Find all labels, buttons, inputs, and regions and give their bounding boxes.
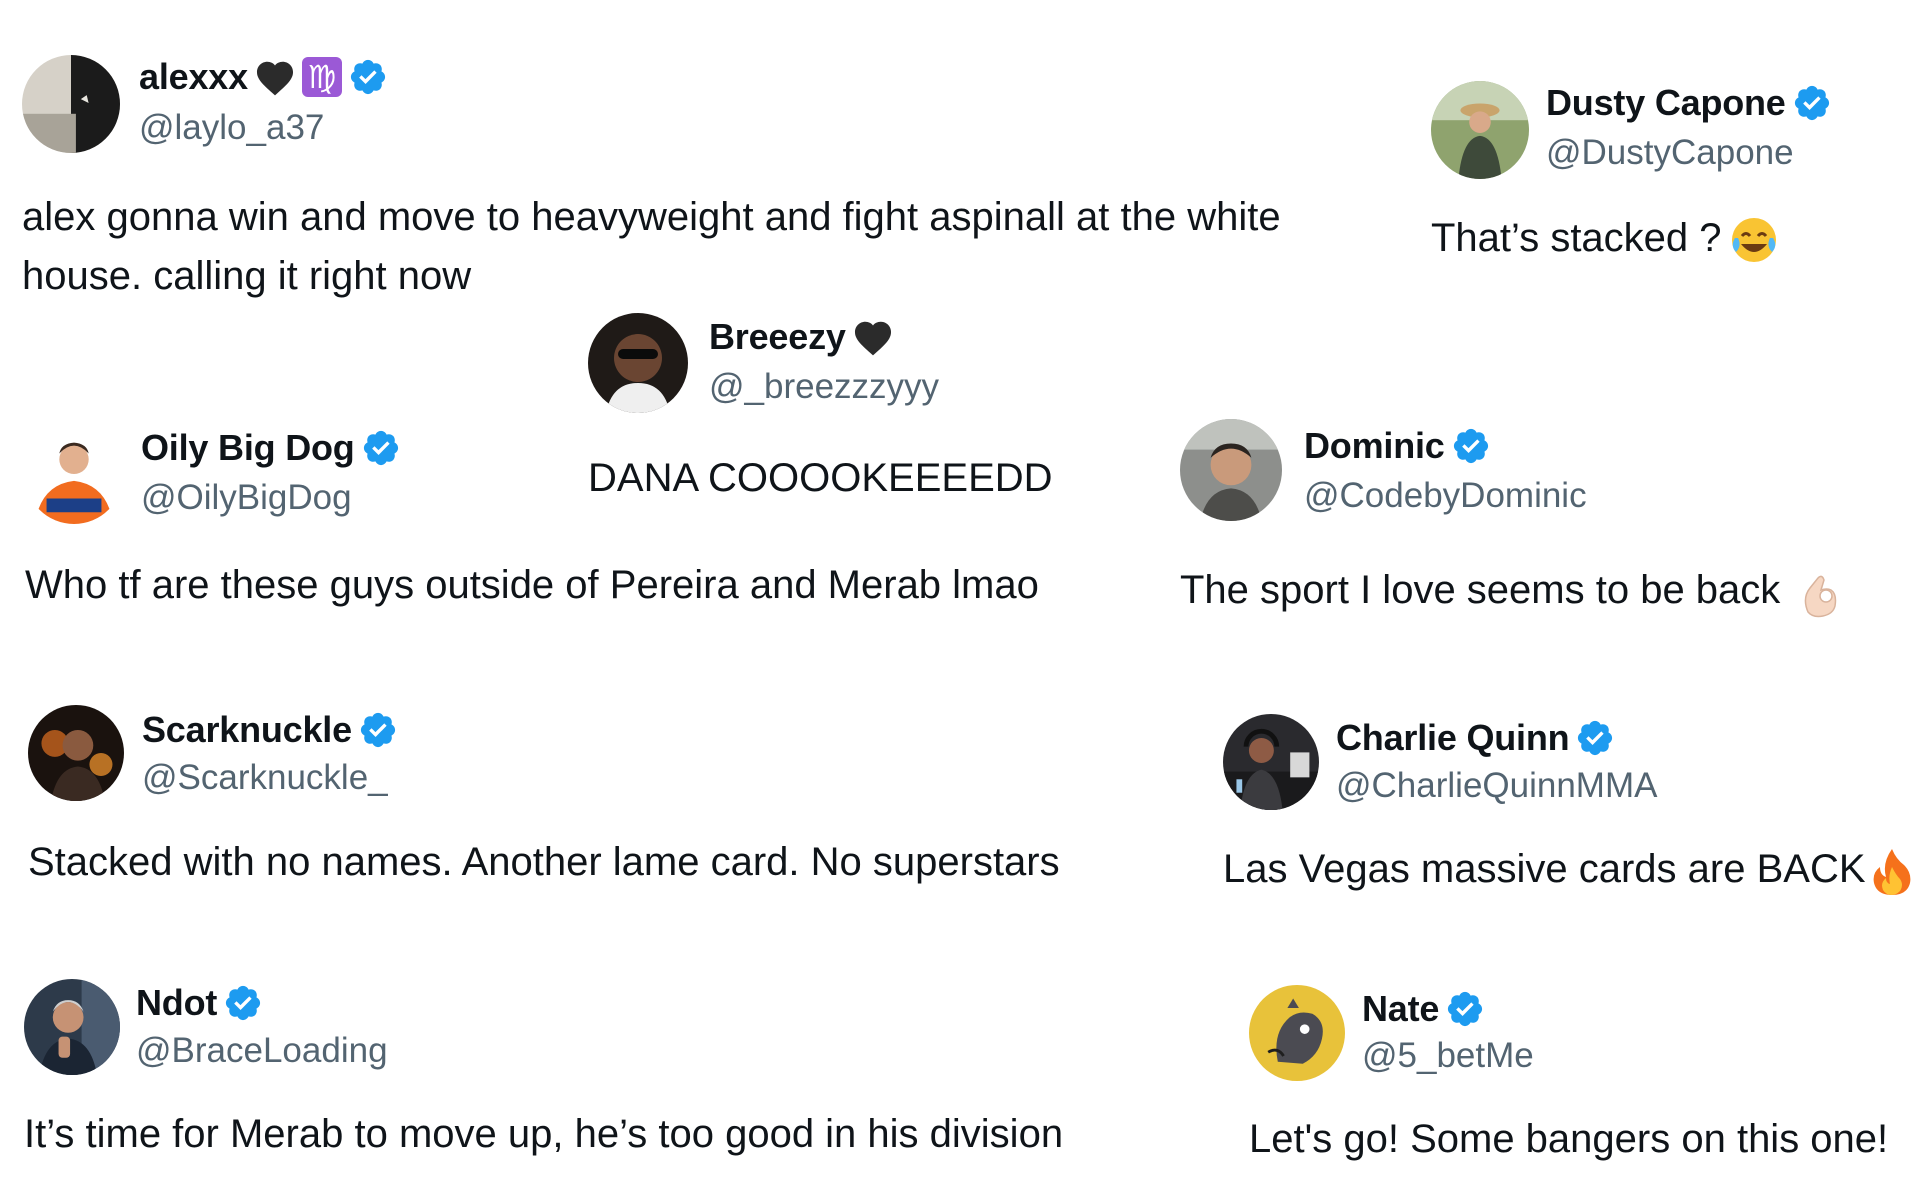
name-row: Scarknuckle bbox=[142, 709, 398, 751]
tweet-text: It’s time for Merab to move up, he’s too… bbox=[24, 1112, 1064, 1156]
ok-hand-emoji bbox=[1794, 566, 1846, 618]
verified-badge-icon bbox=[1451, 426, 1491, 466]
black-heart-icon bbox=[852, 317, 894, 357]
display-name[interactable]: Oily Big Dog bbox=[141, 427, 355, 469]
avatar[interactable] bbox=[24, 979, 120, 1075]
avatar[interactable] bbox=[1249, 985, 1345, 1081]
avatar[interactable] bbox=[1431, 81, 1529, 179]
display-name[interactable]: Scarknuckle bbox=[142, 709, 352, 751]
tweet-text-content: Las Vegas massive cards are BACK bbox=[1223, 847, 1866, 891]
tears-of-joy-emoji bbox=[1728, 214, 1780, 266]
display-name[interactable]: alexxx bbox=[139, 56, 248, 98]
verified-badge-icon bbox=[1792, 83, 1832, 123]
verified-badge-icon bbox=[358, 710, 398, 750]
tweet-text: Who tf are these guys outside of Pereira… bbox=[25, 563, 1039, 607]
user-handle[interactable]: @_breezzzyyy bbox=[709, 367, 939, 407]
black-heart-icon bbox=[254, 57, 296, 97]
verified-badge-icon bbox=[223, 983, 263, 1023]
name-row: Nate bbox=[1362, 988, 1485, 1030]
name-row: Ndot bbox=[136, 982, 263, 1024]
user-handle[interactable]: @DustyCapone bbox=[1546, 133, 1794, 173]
verified-badge-icon bbox=[1445, 989, 1485, 1029]
tweet-text: Let's go! Some bangers on this one! bbox=[1249, 1117, 1889, 1161]
name-row: Oily Big Dog bbox=[141, 427, 401, 469]
tweet-text: alex gonna win and move to heavyweight a… bbox=[22, 195, 1281, 298]
tweet-text: DANA COOOOKEEEEDD bbox=[588, 456, 1053, 500]
user-handle[interactable]: @5_betMe bbox=[1362, 1036, 1534, 1076]
display-name[interactable]: Breeezy bbox=[709, 316, 846, 358]
name-row: Dominic bbox=[1304, 425, 1491, 467]
tweet-text: Stacked with no names. Another lame card… bbox=[28, 840, 1060, 884]
avatar[interactable] bbox=[1180, 419, 1282, 521]
virgo-icon: ♍ bbox=[301, 57, 342, 97]
display-name[interactable]: Dusty Capone bbox=[1546, 82, 1786, 124]
display-name[interactable]: Nate bbox=[1362, 988, 1439, 1030]
verified-badge-icon bbox=[361, 428, 401, 468]
display-name[interactable]: Dominic bbox=[1304, 425, 1445, 467]
name-row: alexxx ♍ bbox=[139, 56, 388, 98]
name-row: Dusty Capone bbox=[1546, 82, 1832, 124]
avatar[interactable] bbox=[25, 426, 123, 524]
avatar[interactable] bbox=[1223, 714, 1319, 810]
avatar[interactable] bbox=[22, 55, 120, 153]
user-handle[interactable]: @laylo_a37 bbox=[139, 108, 324, 148]
user-handle[interactable]: @BraceLoading bbox=[136, 1031, 388, 1071]
user-handle[interactable]: @CharlieQuinnMMA bbox=[1336, 766, 1657, 806]
display-name[interactable]: Charlie Quinn bbox=[1336, 717, 1570, 759]
tweet-text: Las Vegas massive cards are BACK bbox=[1223, 840, 1918, 899]
avatar[interactable] bbox=[588, 313, 688, 413]
verified-badge-icon bbox=[348, 57, 388, 97]
tweet-text: That’s stacked ? bbox=[1431, 209, 1780, 268]
name-row: Breeezy bbox=[709, 316, 894, 358]
tweet-text: The sport I love seems to be back bbox=[1180, 561, 1846, 620]
name-row: Charlie Quinn bbox=[1336, 717, 1615, 759]
user-handle[interactable]: @CodebyDominic bbox=[1304, 476, 1587, 516]
tweet-text-content: The sport I love seems to be back bbox=[1180, 568, 1781, 612]
verified-badge-icon bbox=[1575, 718, 1615, 758]
fire-emoji bbox=[1866, 845, 1918, 897]
user-handle[interactable]: @Scarknuckle_ bbox=[142, 758, 388, 798]
display-name[interactable]: Ndot bbox=[136, 982, 217, 1024]
avatar[interactable] bbox=[28, 705, 124, 801]
tweet-text-content: That’s stacked ? bbox=[1431, 216, 1722, 260]
user-handle[interactable]: @OilyBigDog bbox=[141, 478, 352, 518]
